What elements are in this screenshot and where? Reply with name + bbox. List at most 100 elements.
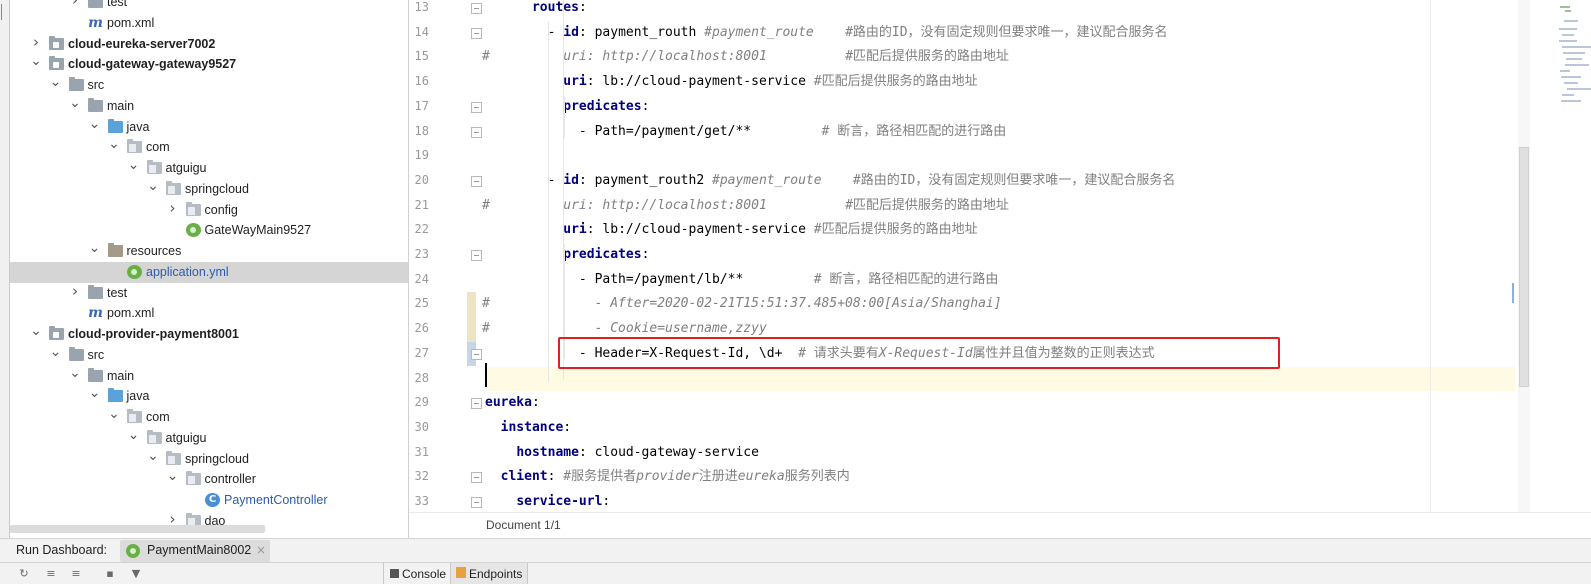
tree-item-gatewaymain9527[interactable]: GateWayMain9527 bbox=[10, 220, 408, 241]
tree-item-atguigu[interactable]: ⌄ atguigu bbox=[10, 158, 408, 179]
chevron-down-icon[interactable]: ⌄ bbox=[128, 158, 140, 172]
chevron-down-icon[interactable]: ⌄ bbox=[50, 75, 62, 89]
chevron-down-icon[interactable]: ⌄ bbox=[89, 241, 101, 255]
code-line[interactable]: - id: payment_routh2 #payment_route #路由的… bbox=[485, 169, 1515, 194]
fold-marker-icon[interactable] bbox=[471, 27, 482, 39]
chevron-down-icon[interactable]: ⌄ bbox=[147, 179, 159, 193]
tree-item-java[interactable]: ⌄ java bbox=[10, 117, 408, 138]
code-line[interactable]: eureka: bbox=[485, 391, 1515, 416]
tree-item-pom-xml[interactable]: m pom.xml bbox=[10, 13, 408, 34]
tree-item-controller[interactable]: ⌄ controller bbox=[10, 469, 408, 490]
tree-item-resources[interactable]: ⌄ resources bbox=[10, 241, 408, 262]
tree-item-paymentcontroller[interactable]: C PaymentController bbox=[10, 490, 408, 511]
chevron-down-icon[interactable]: ⌄ bbox=[69, 366, 81, 380]
code-line[interactable]: # - After=2020-02-21T15:51:37.485+08:00[… bbox=[482, 292, 1515, 317]
code-line[interactable]: - Path=/payment/get/** # 断言，路径相匹配的进行路由 bbox=[485, 120, 1515, 145]
tree-horizontal-scrollbar[interactable] bbox=[10, 525, 265, 533]
code-line[interactable]: client: #服务提供者provider注册进eureka服务列表内 bbox=[485, 465, 1515, 490]
chevron-down-icon[interactable]: ⌄ bbox=[69, 96, 81, 110]
maven-icon: m bbox=[88, 14, 103, 31]
tree-item-pom-xml[interactable]: m pom.xml bbox=[10, 303, 408, 324]
tree-item-cloud-eureka-server7002[interactable]: › cloud-eureka-server7002 bbox=[10, 34, 408, 55]
fold-marker-icon[interactable] bbox=[471, 3, 482, 14]
code-line[interactable]: - Path=/payment/lb/** # 断言，路径相匹配的进行路由 bbox=[485, 268, 1515, 293]
code-line[interactable]: # uri: http://localhost:8001 #匹配后提供服务的路由… bbox=[482, 194, 1515, 219]
tree-item-java[interactable]: ⌄ java bbox=[10, 386, 408, 407]
tab-console[interactable]: Console bbox=[383, 563, 450, 584]
code-token: #payment_route bbox=[712, 172, 822, 188]
chevron-down-icon[interactable]: ⌄ bbox=[89, 117, 101, 131]
chevron-down-icon[interactable]: ⌄ bbox=[89, 386, 101, 400]
chevron-right-icon[interactable]: › bbox=[69, 0, 81, 8]
collapse-all-icon[interactable]: ≡ bbox=[45, 568, 57, 580]
editor-scroll-thumb[interactable] bbox=[1519, 147, 1529, 387]
code-line[interactable] bbox=[485, 366, 1515, 392]
filter-icon[interactable]: ▼ bbox=[130, 568, 142, 580]
tree-item-com[interactable]: ⌄ com bbox=[10, 407, 408, 428]
fold-marker-icon[interactable] bbox=[471, 250, 482, 261]
tree-item-main[interactable]: ⌄ main bbox=[10, 96, 408, 117]
package-icon bbox=[166, 180, 181, 195]
rerun-icon[interactable]: ↻ bbox=[18, 568, 30, 580]
fold-marker-icon[interactable] bbox=[471, 126, 482, 138]
code-line[interactable]: routes: bbox=[485, 0, 1515, 21]
run-tab-paymentmain8002[interactable]: PaymentMain8002 × bbox=[120, 540, 270, 562]
tree-item-config[interactable]: › config bbox=[10, 200, 408, 221]
tree-item-src[interactable]: ⌄ src bbox=[10, 75, 408, 96]
code-line[interactable]: predicates: bbox=[485, 95, 1515, 120]
document-indicator[interactable]: Document 1/1 bbox=[486, 518, 561, 532]
code-line[interactable]: # uri: http://localhost:8001 #匹配后提供服务的路由… bbox=[482, 45, 1515, 70]
code-line[interactable]: uri: lb://cloud-payment-service #匹配后提供服务… bbox=[485, 218, 1515, 243]
code-line[interactable]: instance: bbox=[485, 416, 1515, 441]
chevron-down-icon[interactable]: ⌄ bbox=[30, 54, 42, 68]
tab-endpoints[interactable]: Endpoints bbox=[450, 563, 528, 584]
chevron-down-icon[interactable]: ⌄ bbox=[108, 407, 120, 421]
close-icon[interactable]: × bbox=[256, 543, 266, 557]
code-line[interactable]: predicates: bbox=[485, 243, 1515, 268]
chevron-right-icon[interactable]: › bbox=[167, 511, 179, 526]
tree-item-application-yml[interactable]: application.yml bbox=[10, 261, 408, 283]
tree-item-test[interactable]: › test bbox=[10, 283, 408, 304]
chevron-right-icon[interactable]: › bbox=[30, 34, 42, 49]
tree-item-com[interactable]: ⌄ com bbox=[10, 137, 408, 158]
tree-item-cloud-provider-payment8001[interactable]: ⌄ cloud-provider-payment8001 bbox=[10, 324, 408, 345]
tree-item-cloud-gateway-gateway9527[interactable]: ⌄ cloud-gateway-gateway9527 bbox=[10, 54, 408, 75]
fold-marker-icon[interactable] bbox=[471, 398, 482, 410]
change-marker[interactable] bbox=[467, 317, 476, 342]
line-number: 19 bbox=[414, 148, 429, 163]
fold-marker-icon[interactable] bbox=[471, 497, 482, 508]
code-line[interactable] bbox=[485, 144, 1515, 169]
change-marker[interactable] bbox=[467, 292, 476, 318]
code-line[interactable]: service-url: bbox=[485, 490, 1515, 515]
tree-item-springcloud[interactable]: ⌄ springcloud bbox=[10, 449, 408, 470]
code-area[interactable]: routes: - id: payment_routh #payment_rou… bbox=[482, 0, 1515, 515]
chevron-down-icon[interactable]: ⌄ bbox=[167, 469, 179, 483]
code-line[interactable]: hostname: cloud-gateway-service bbox=[485, 441, 1515, 466]
chevron-down-icon[interactable]: ⌄ bbox=[30, 324, 42, 338]
fold-marker-icon[interactable] bbox=[471, 101, 482, 113]
chevron-down-icon[interactable]: ⌄ bbox=[128, 428, 140, 442]
line-number: 31 bbox=[414, 444, 429, 459]
fold-marker-icon[interactable] bbox=[471, 472, 482, 484]
line-number: 14 bbox=[414, 24, 429, 39]
group-icon[interactable]: ▪ bbox=[104, 568, 116, 580]
chevron-down-icon[interactable]: ⌄ bbox=[50, 345, 62, 359]
chevron-down-icon[interactable]: ⌄ bbox=[108, 137, 120, 151]
fold-marker-icon[interactable] bbox=[471, 348, 482, 360]
expand-all-icon[interactable]: ≡ bbox=[70, 568, 82, 580]
folder-icon bbox=[88, 367, 103, 382]
tree-item-springcloud[interactable]: ⌄ springcloud bbox=[10, 179, 408, 200]
code-line[interactable]: uri: lb://cloud-payment-service #匹配后提供服务… bbox=[485, 70, 1515, 95]
module-folder-icon bbox=[49, 56, 64, 71]
code-line[interactable]: - id: payment_routh #payment_route #路由的I… bbox=[485, 21, 1515, 46]
project-tree[interactable]: › test m pom.xml › cloud-eureka-server7002 ⌄ cl… bbox=[10, 0, 408, 538]
fold-marker-icon[interactable] bbox=[471, 175, 482, 187]
chevron-right-icon[interactable]: › bbox=[167, 200, 179, 215]
tree-item-main[interactable]: ⌄ main bbox=[10, 366, 408, 387]
chevron-down-icon[interactable]: ⌄ bbox=[147, 449, 159, 463]
tree-item-src[interactable]: ⌄ src bbox=[10, 345, 408, 366]
chevron-right-icon[interactable]: › bbox=[69, 283, 81, 298]
code-editor[interactable]: 13 14 15 16 17 18 19 20 21 22 23 24 25 26 27 28 29 30 31 32… bbox=[409, 0, 1591, 538]
tree-item-test[interactable]: › test bbox=[10, 0, 408, 13]
tree-item-atguigu[interactable]: ⌄ atguigu bbox=[10, 428, 408, 449]
